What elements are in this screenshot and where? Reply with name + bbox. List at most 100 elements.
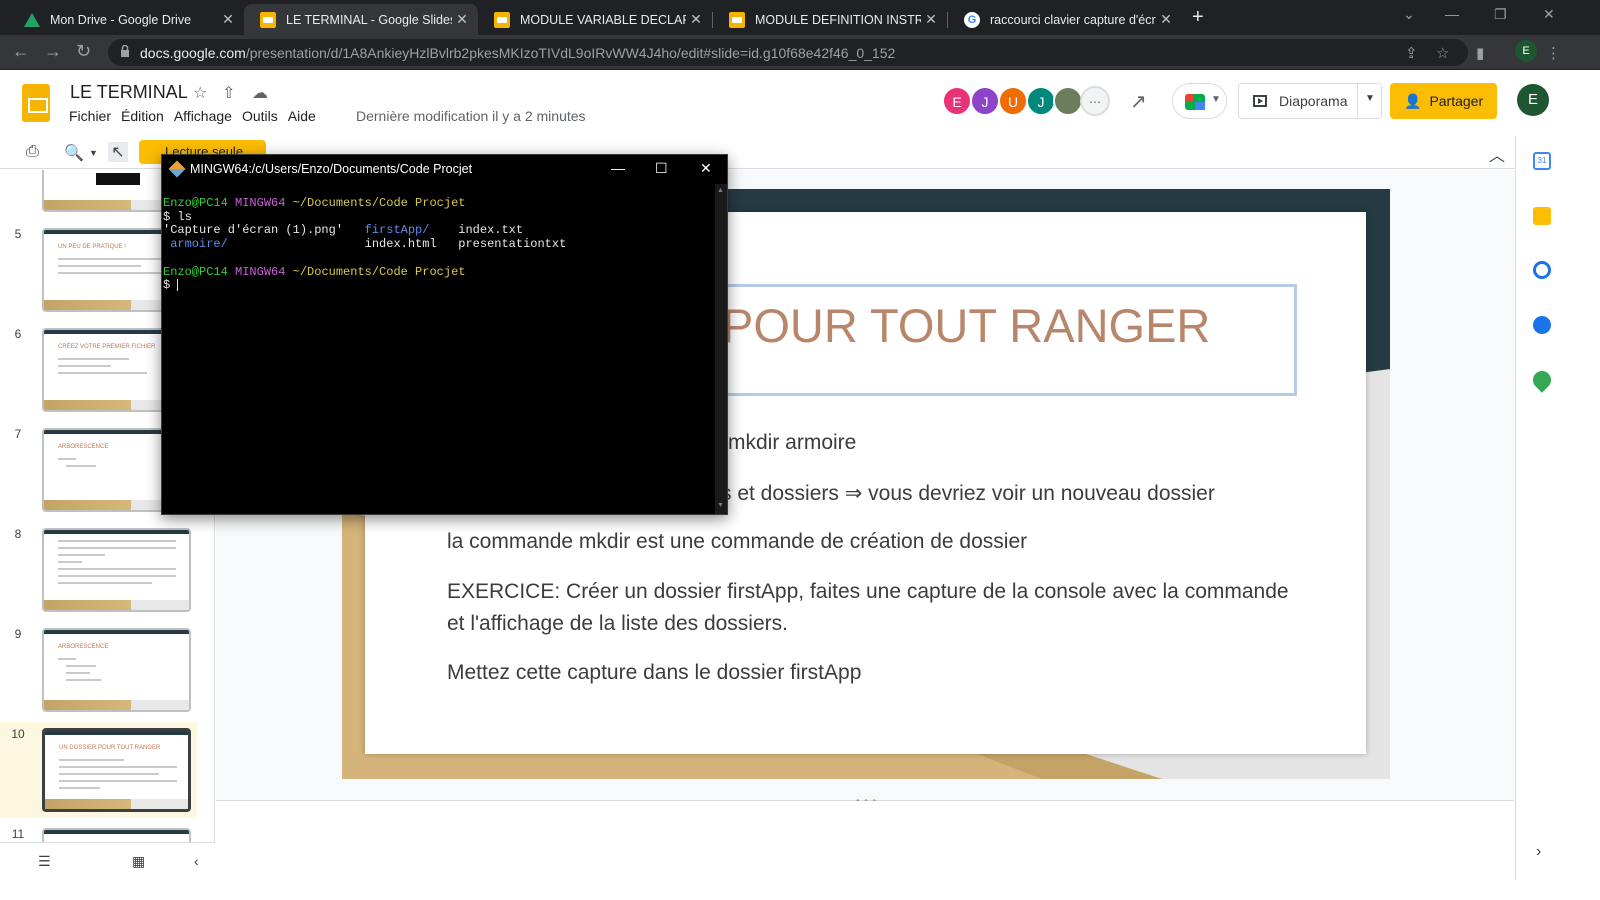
meet-button[interactable]: ▼ <box>1172 83 1227 119</box>
slide-title[interactable]: POUR TOUT RANGER <box>722 298 1210 353</box>
terminal-window[interactable]: MINGW64:/c/Users/Enzo/Documents/Code Pro… <box>161 154 728 515</box>
address-bar[interactable]: docs.google.com/presentation/d/1A8Ankiey… <box>108 39 1468 66</box>
menu-fichier[interactable]: Fichier <box>69 108 111 124</box>
ls-entry: index.txt <box>458 223 524 238</box>
slide-number: 8 <box>14 527 22 541</box>
minimize-icon[interactable]: — <box>611 160 625 176</box>
collaborator-avatar[interactable]: J <box>1026 86 1056 116</box>
close-window-icon[interactable]: ✕ <box>1543 6 1555 23</box>
activity-dashboard-icon[interactable]: ↗ <box>1130 89 1147 114</box>
tasks-icon[interactable] <box>1533 261 1551 279</box>
close-icon[interactable]: ✕ <box>700 160 712 177</box>
prompt-line: Enzo@PC14 MINGW64 ~/Documents/Code Procj… <box>163 265 465 279</box>
slide-thumbnail[interactable] <box>42 528 191 612</box>
slide-number: 7 <box>14 427 22 441</box>
git-bash-icon <box>168 160 186 178</box>
speaker-notes-area[interactable] <box>216 801 1514 880</box>
menu-affichage[interactable]: Affichage <box>174 108 232 124</box>
thumbnail-image <box>96 173 140 185</box>
menu-edition[interactable]: Édition <box>121 108 164 124</box>
prompt-env: MINGW64 <box>235 196 286 210</box>
document-title[interactable]: LE TERMINAL <box>70 82 188 103</box>
browser-toolbar: ← → ↻ docs.google.com/presentation/d/1A8… <box>0 35 1600 70</box>
text-cursor <box>177 279 179 292</box>
cloud-status-icon[interactable]: ☁ <box>252 83 268 103</box>
grid-view-icon[interactable]: ▦ <box>132 853 145 870</box>
terminal-title-bar[interactable]: MINGW64:/c/Users/Enzo/Documents/Code Pro… <box>162 155 727 184</box>
back-icon[interactable]: ← <box>12 41 30 62</box>
thumbnail-title: UN PEU DE PRATIQUE ! <box>58 244 126 250</box>
tab-module-definition[interactable]: MODULE DEFINITION INSTRUCTI ✕ <box>713 4 947 35</box>
collaborator-avatar[interactable]: J <box>970 86 1000 116</box>
slide-thumbnail[interactable]: ARBORESCENCE <box>42 628 191 712</box>
zoom-chevron-icon[interactable]: ▼ <box>89 148 98 158</box>
thumbnail-header <box>44 830 189 834</box>
present-options-chevron-icon[interactable]: ▼ <box>1365 93 1375 104</box>
maximize-icon[interactable]: ☐ <box>655 160 668 177</box>
share-button[interactable]: 👤 Partager <box>1390 83 1497 119</box>
maps-icon[interactable] <box>1529 367 1555 393</box>
close-tab-icon[interactable]: ✕ <box>1156 11 1176 28</box>
scroll-down-icon[interactable]: ▼ <box>717 502 724 509</box>
collaborator-photo-avatar[interactable] <box>1053 86 1083 116</box>
side-panel-icon[interactable]: ▮ <box>1476 44 1484 62</box>
keep-icon[interactable] <box>1533 207 1551 225</box>
zoom-icon[interactable]: 🔍 <box>64 143 84 163</box>
minimize-icon[interactable]: — <box>1445 6 1459 22</box>
restore-icon[interactable]: ❐ <box>1494 6 1507 23</box>
star-icon[interactable]: ☆ <box>193 83 207 103</box>
ls-entry: index.html <box>364 237 437 252</box>
thumbnail-text <box>59 759 177 794</box>
present-button[interactable]: Diaporama ▼ <box>1238 83 1382 119</box>
tab-le-terminal[interactable]: LE TERMINAL - Google Slides ✕ <box>244 4 478 35</box>
close-tab-icon[interactable]: ✕ <box>921 11 941 28</box>
thumbnail-footer <box>44 600 189 610</box>
tab-search-chevron-icon[interactable]: ⌄ <box>1403 6 1415 23</box>
terminal-scrollbar[interactable]: ▲ ▼ <box>715 184 727 514</box>
menu-aide[interactable]: Aide <box>288 108 316 124</box>
forward-icon[interactable]: → <box>44 41 62 62</box>
thumbnail-title: UN DOSSIER POUR TOUT RANGER <box>59 745 161 751</box>
prompt-path: ~/Documents/Code Procjet <box>292 196 466 210</box>
contacts-icon[interactable] <box>1533 316 1551 334</box>
more-collaborators-icon[interactable]: ⋯ <box>1080 86 1110 116</box>
collaborator-avatar[interactable]: U <box>998 86 1028 116</box>
present-icon <box>1253 95 1267 107</box>
person-add-icon: 👤 <box>1404 92 1422 109</box>
browser-tab-strip: Mon Drive - Google Drive ✕ LE TERMINAL -… <box>0 0 1600 35</box>
scroll-up-icon[interactable]: ▲ <box>717 187 724 194</box>
collapse-filmstrip-icon[interactable]: ‹ <box>194 853 199 869</box>
tab-module-variable[interactable]: MODULE VARIABLE DECLARATIO ✕ <box>478 4 712 35</box>
print-icon[interactable]: ⎙ <box>26 143 39 161</box>
close-tab-icon[interactable]: ✕ <box>686 11 706 28</box>
url-host: docs.google.com <box>140 45 246 61</box>
move-to-folder-icon[interactable]: ⇧ <box>222 83 235 103</box>
terminal-output[interactable]: Enzo@PC14 MINGW64 ~/Documents/Code Procj… <box>163 196 715 293</box>
filmstrip-view-icon[interactable]: ☰ <box>38 853 51 870</box>
account-avatar[interactable]: E <box>1517 84 1549 116</box>
reload-icon[interactable]: ↻ <box>76 41 91 62</box>
expand-side-panel-icon[interactable]: › <box>1536 843 1541 861</box>
calendar-icon[interactable]: 31 <box>1533 152 1551 170</box>
slides-logo-icon[interactable] <box>22 84 50 122</box>
last-edit-status[interactable]: Dernière modification il y a 2 minutes <box>356 108 586 124</box>
browser-menu-icon[interactable]: ⋮ <box>1546 44 1561 62</box>
slide-thumbnail-selected[interactable]: UN DOSSIER POUR TOUT RANGER <box>42 728 191 812</box>
tab-google-drive[interactable]: Mon Drive - Google Drive ✕ <box>8 4 244 35</box>
browser-profile-avatar[interactable]: E <box>1515 40 1537 62</box>
collaborator-avatar[interactable]: E <box>942 86 972 116</box>
command-line: $ ls <box>163 209 192 224</box>
menu-outils[interactable]: Outils <box>242 108 278 124</box>
new-tab-icon[interactable]: + <box>1192 6 1204 29</box>
share-page-icon[interactable]: ⇪ <box>1405 44 1418 62</box>
url-path: /presentation/d/1A8AnkieyHzlBvlrb2pkesMK… <box>245 45 896 61</box>
close-tab-icon[interactable]: ✕ <box>218 11 238 28</box>
docs-header: LE TERMINAL ☆ ⇧ ☁ Fichier Édition Affich… <box>0 71 1600 136</box>
select-cursor-icon[interactable]: ↖ <box>108 142 128 162</box>
tab-raccourci-clavier[interactable]: G raccourci clavier capture d'écran ✕ <box>948 4 1182 35</box>
prompt-user: Enzo@PC14 <box>163 196 228 210</box>
slide-number: 9 <box>14 627 22 641</box>
collapse-menus-icon[interactable]: ︿ <box>1489 142 1505 166</box>
close-tab-icon[interactable]: ✕ <box>452 11 472 28</box>
bookmark-star-icon[interactable]: ☆ <box>1436 44 1449 62</box>
